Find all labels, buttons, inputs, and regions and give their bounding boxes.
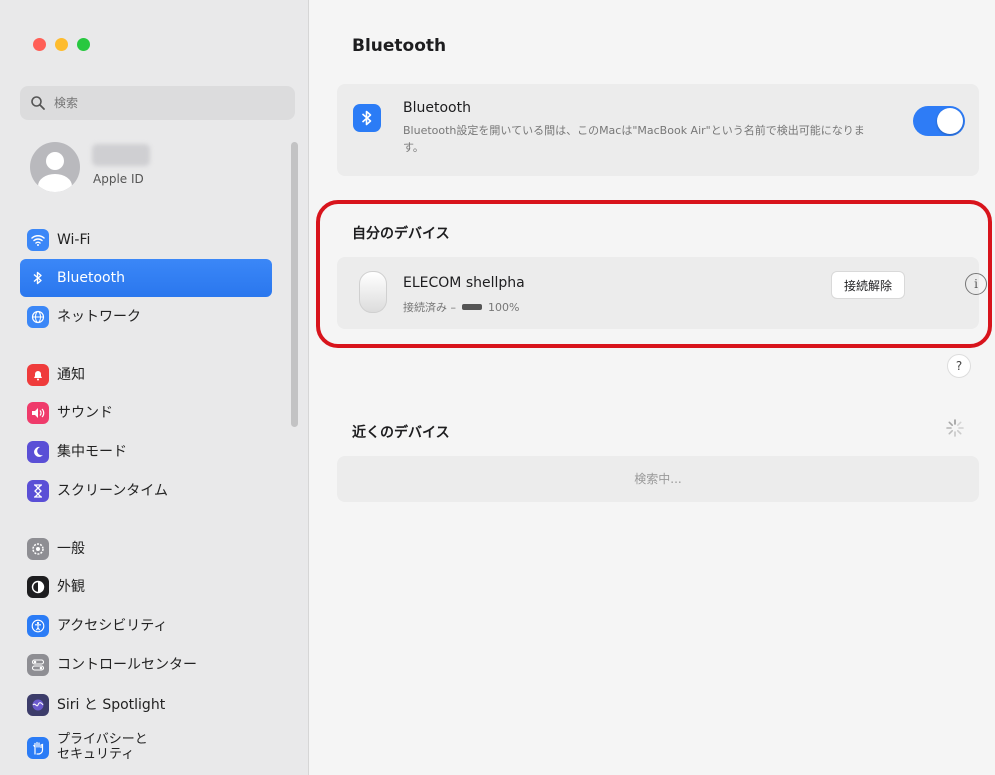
person-icon xyxy=(38,152,72,192)
sidebar-item-label: 通知 xyxy=(57,366,85,383)
sidebar-item-siri-spotlight[interactable]: Siri と Spotlight xyxy=(20,686,272,724)
sidebar-item-appearance[interactable]: 外観 xyxy=(20,568,272,606)
sidebar-item-label: アクセシビリティ xyxy=(57,617,168,634)
toggle-knob xyxy=(937,108,963,134)
sidebar-item-label: プライバシーと セキュリティ xyxy=(57,732,148,762)
appearance-icon xyxy=(27,576,49,598)
bluetooth-toggle[interactable] xyxy=(913,106,965,136)
settings-window: Apple ID Wi-Fi Bluetooth ネットワーク 通知 xyxy=(0,0,995,775)
bluetooth-icon xyxy=(27,267,49,289)
moon-icon xyxy=(27,441,49,463)
sidebar-item-label: Siri と Spotlight xyxy=(57,696,166,713)
bluetooth-settings-card: Bluetooth Bluetooth設定を開いている間は、このMacは"Mac… xyxy=(337,84,979,176)
sidebar-item-label: 一般 xyxy=(57,540,85,557)
sidebar-item-bluetooth[interactable]: Bluetooth xyxy=(20,259,272,297)
sidebar-item-label: 集中モード xyxy=(57,443,127,460)
nearby-devices-list: 検索中... xyxy=(337,456,979,502)
sidebar-search[interactable] xyxy=(20,86,295,120)
gear-icon xyxy=(27,538,49,560)
hand-icon xyxy=(27,737,49,759)
apple-id-row[interactable]: Apple ID xyxy=(30,140,280,196)
control-center-icon xyxy=(27,654,49,676)
searching-status: 検索中... xyxy=(634,472,682,486)
accessibility-icon xyxy=(27,615,49,637)
main-pane: Bluetooth Bluetooth Bluetooth設定を開いている間は、… xyxy=(309,0,995,775)
sidebar-item-focus[interactable]: 集中モード xyxy=(20,433,272,471)
bluetooth-label: Bluetooth xyxy=(403,100,471,116)
hourglass-icon xyxy=(27,480,49,502)
sidebar-item-screen-time[interactable]: スクリーンタイム xyxy=(20,472,272,510)
speaker-icon xyxy=(27,402,49,424)
search-input[interactable] xyxy=(52,95,276,111)
sidebar-item-label: サウンド xyxy=(57,404,113,421)
globe-icon xyxy=(27,306,49,328)
apple-id-label: Apple ID xyxy=(93,172,144,186)
highlight-annotation xyxy=(316,200,992,348)
minimize-window-button[interactable] xyxy=(55,38,68,51)
sidebar: Apple ID Wi-Fi Bluetooth ネットワーク 通知 xyxy=(0,0,309,775)
sidebar-item-control-center[interactable]: コントロールセンター xyxy=(20,646,272,684)
sidebar-scrollbar[interactable] xyxy=(291,142,298,427)
bell-icon xyxy=(27,364,49,386)
sidebar-item-network[interactable]: ネットワーク xyxy=(20,298,272,336)
help-button[interactable]: ? xyxy=(947,354,971,378)
zoom-window-button[interactable] xyxy=(77,38,90,51)
sidebar-item-label: Wi-Fi xyxy=(57,231,91,248)
sidebar-item-sound[interactable]: サウンド xyxy=(20,394,272,432)
loading-spinner-icon xyxy=(946,419,964,437)
sidebar-item-accessibility[interactable]: アクセシビリティ xyxy=(20,607,272,645)
sidebar-item-label: コントロールセンター xyxy=(57,656,197,673)
sidebar-item-wifi[interactable]: Wi-Fi xyxy=(20,221,272,259)
close-window-button[interactable] xyxy=(33,38,46,51)
sidebar-item-general[interactable]: 一般 xyxy=(20,530,272,568)
sidebar-item-label: Bluetooth xyxy=(57,269,125,286)
sidebar-item-notifications[interactable]: 通知 xyxy=(20,356,272,394)
wifi-icon xyxy=(27,229,49,251)
window-controls xyxy=(33,38,90,51)
page-title: Bluetooth xyxy=(352,36,447,56)
sidebar-item-label: 外観 xyxy=(57,578,85,595)
bluetooth-description: Bluetooth設定を開いている間は、このMacは"MacBook Air"と… xyxy=(403,124,865,154)
account-name-redacted xyxy=(92,144,150,166)
bluetooth-icon xyxy=(353,104,381,132)
sidebar-item-privacy-security[interactable]: プライバシーと セキュリティ xyxy=(20,726,272,770)
nearby-devices-heading: 近くのデバイス xyxy=(352,425,450,441)
sidebar-item-label: スクリーンタイム xyxy=(57,482,169,499)
siri-icon xyxy=(27,694,49,716)
avatar xyxy=(30,142,80,192)
sidebar-item-label: ネットワーク xyxy=(57,308,141,325)
search-icon xyxy=(31,96,45,110)
